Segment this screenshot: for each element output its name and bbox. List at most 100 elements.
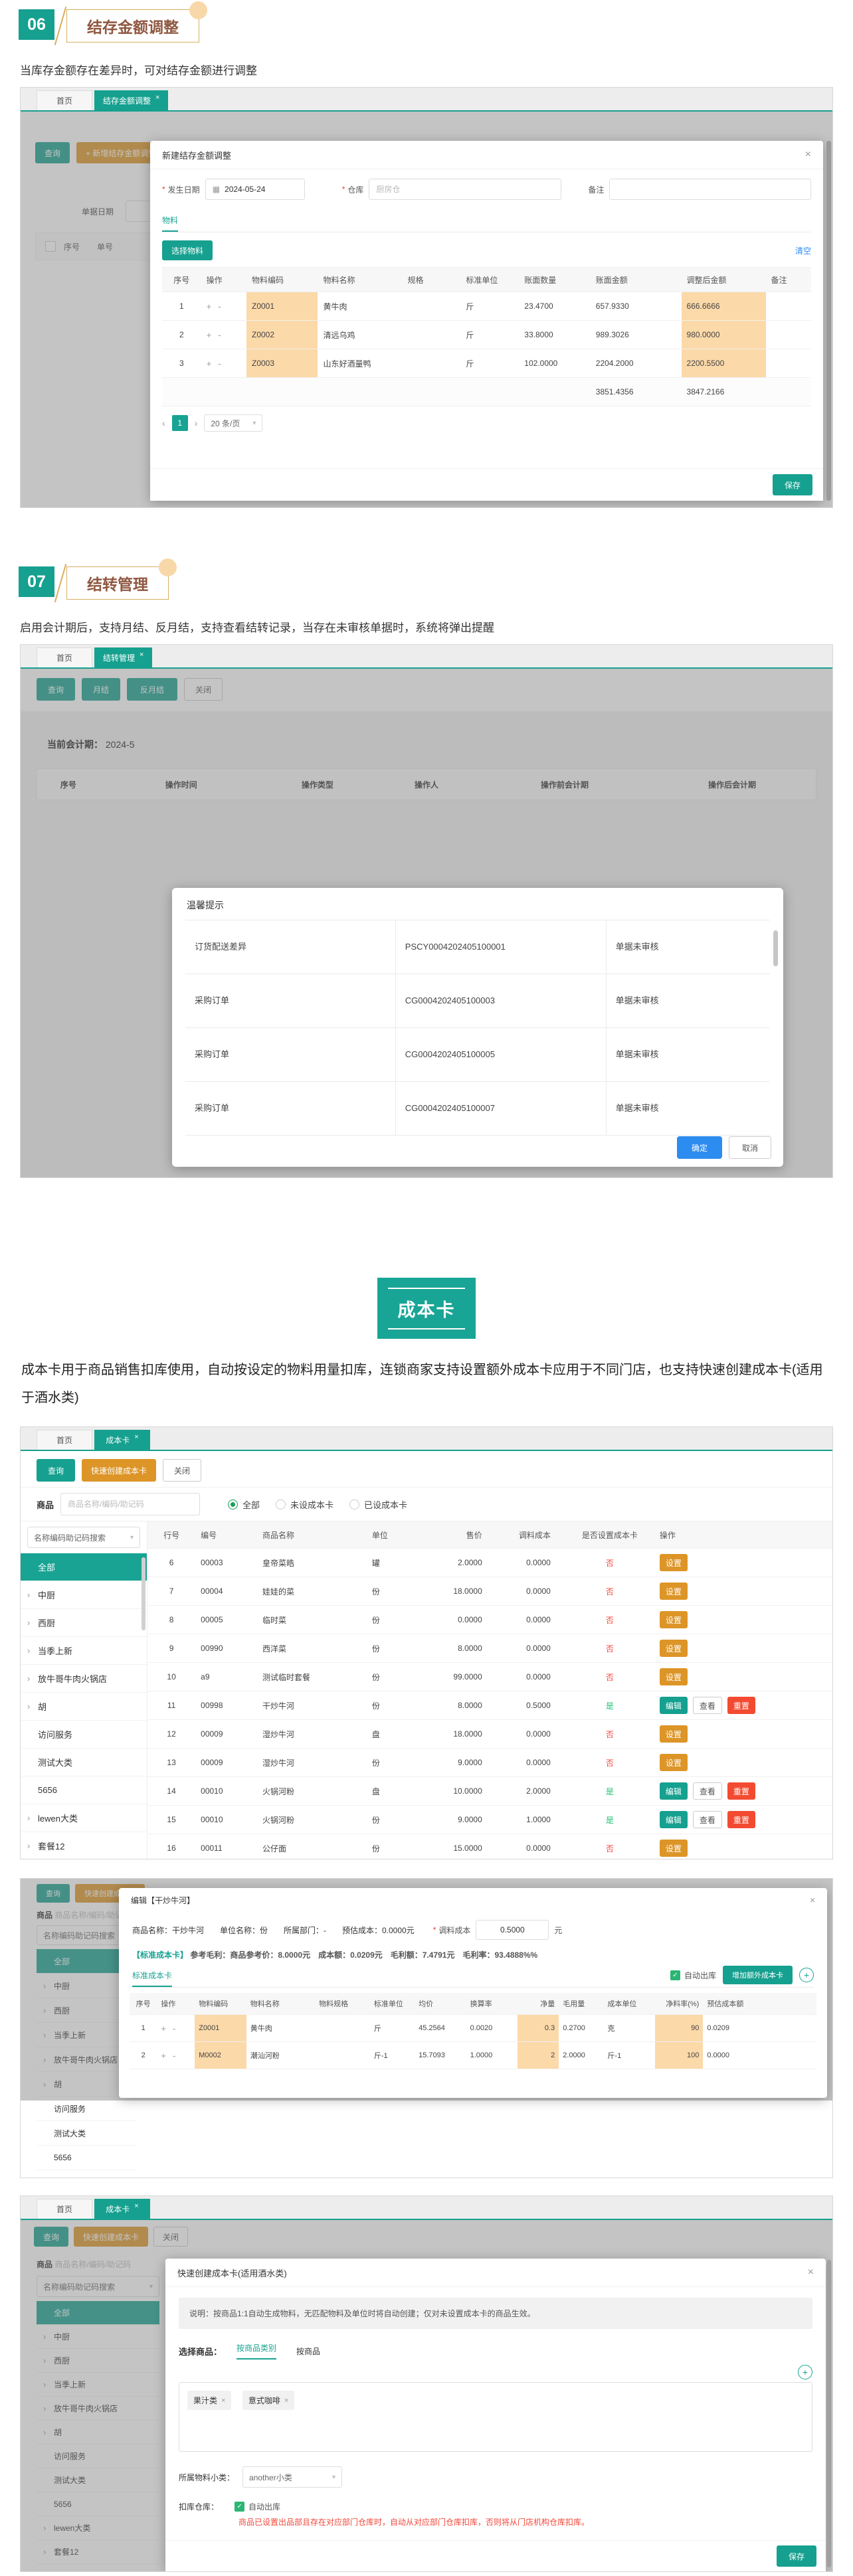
plus-circle-icon[interactable]: +	[799, 1968, 814, 1982]
tab-close-icon[interactable]: ×	[134, 2202, 138, 2210]
adjusted-amount[interactable]: 666.6666	[681, 292, 766, 320]
set-button[interactable]: 设置	[659, 1640, 688, 1657]
save-button[interactable]: 保存	[777, 2545, 816, 2567]
tab-carryover[interactable]: 结转管理 ×	[94, 647, 153, 667]
category-item[interactable]: 套餐12	[21, 1832, 147, 1859]
set-button[interactable]: 设置	[659, 1754, 688, 1771]
category-item[interactable]: 西厨	[21, 1609, 147, 1637]
note-input[interactable]	[609, 179, 811, 200]
set-button[interactable]: 设置	[659, 1583, 688, 1600]
edit-button[interactable]: 编辑	[659, 1811, 688, 1828]
remove-row-icon[interactable]: -	[218, 359, 221, 369]
standard-costcard-tab[interactable]: 标准成本卡	[132, 1970, 173, 1987]
adjusted-amount[interactable]: 2200.5500	[681, 349, 766, 377]
close-icon[interactable]: ×	[810, 1895, 815, 1905]
prev-page-icon[interactable]: ‹	[162, 418, 165, 428]
category-item[interactable]: 中厨	[21, 1581, 147, 1609]
seasoning-cost-input[interactable]	[476, 1920, 549, 1940]
add-row-icon[interactable]: +	[207, 359, 212, 369]
plus-circle-icon[interactable]: +	[798, 2365, 812, 2379]
page-1[interactable]: 1	[171, 415, 188, 431]
sidebar-scrollbar[interactable]	[142, 1557, 145, 1630]
material-code[interactable]: Z0001	[195, 2015, 246, 2041]
next-page-icon[interactable]: ›	[195, 418, 198, 428]
remove-row-icon[interactable]: -	[173, 2023, 175, 2033]
category-item[interactable]: 测试大类	[37, 2121, 136, 2146]
set-button[interactable]: 设置	[659, 1840, 688, 1857]
adjusted-amount[interactable]: 980.0000	[681, 321, 766, 349]
remove-tag-icon[interactable]: ×	[221, 2397, 225, 2405]
net-qty[interactable]: 2	[518, 2042, 559, 2069]
add-row-icon[interactable]: +	[161, 2051, 166, 2061]
radio-unset-costcard[interactable]: 未设成本卡	[276, 1498, 333, 1511]
save-button[interactable]: 保存	[773, 474, 812, 495]
category-item[interactable]: 测试大类	[21, 1749, 147, 1776]
tab-home[interactable]: 首页	[37, 647, 92, 667]
select-material-button[interactable]: 选择物料	[162, 240, 213, 260]
reset-button[interactable]: 重置	[727, 1782, 755, 1800]
net-qty[interactable]: 0.3	[518, 2015, 559, 2041]
radio-set-costcard[interactable]: 已设成本卡	[349, 1498, 407, 1511]
material-tab[interactable]: 物料	[162, 215, 179, 232]
close-icon[interactable]: ×	[808, 2267, 814, 2278]
view-button[interactable]: 查看	[692, 1782, 722, 1800]
category-item[interactable]: lewen大类	[21, 1804, 147, 1832]
tab-home[interactable]: 首页	[37, 90, 92, 110]
material-code[interactable]: Z0002	[246, 321, 318, 349]
category-item[interactable]: 访问服务	[21, 1721, 147, 1749]
tab-close-icon[interactable]: ×	[134, 1433, 138, 1441]
close-icon[interactable]: ×	[805, 149, 811, 160]
category-tag[interactable]: 果汁类 ×	[187, 2391, 232, 2410]
edit-button[interactable]: 编辑	[659, 1697, 688, 1714]
reset-button[interactable]: 重置	[727, 1697, 755, 1714]
confirm-button[interactable]: 确定	[677, 1136, 722, 1159]
reset-button[interactable]: 重置	[727, 1811, 755, 1828]
close-button[interactable]: 关闭	[163, 1459, 202, 1482]
set-button[interactable]: 设置	[659, 1554, 688, 1571]
tab-close-icon[interactable]: ×	[155, 94, 159, 102]
clear-link[interactable]: 清空	[795, 245, 811, 256]
goods-search-input[interactable]	[60, 1493, 201, 1515]
tab-close-icon[interactable]: ×	[140, 651, 143, 659]
auto-outbound-check[interactable]: ✓ 自动出库	[670, 1970, 716, 1981]
category-item[interactable]: 全部	[21, 1553, 147, 1581]
page-size-select[interactable]: 20 条/页 ▾	[204, 414, 263, 432]
add-row-icon[interactable]: +	[207, 330, 212, 340]
category-item[interactable]: 5656	[37, 2146, 136, 2170]
edit-button[interactable]: 编辑	[659, 1782, 688, 1800]
scrollbar[interactable]	[827, 2260, 831, 2567]
net-rate[interactable]: 100	[654, 2042, 704, 2069]
remove-row-icon[interactable]: -	[218, 330, 221, 340]
remove-row-icon[interactable]: -	[218, 301, 221, 311]
quick-create-button[interactable]: 快速创建成本卡	[82, 1459, 157, 1482]
net-rate[interactable]: 90	[654, 2015, 704, 2041]
add-row-icon[interactable]: +	[207, 301, 212, 311]
add-extra-costcard-button[interactable]: 增加额外成本卡	[723, 1966, 793, 1984]
material-code[interactable]: Z0003	[246, 349, 318, 377]
category-tag[interactable]: 意式咖啡 ×	[242, 2391, 295, 2410]
query-button[interactable]: 查询	[37, 1459, 75, 1482]
material-subclass-select[interactable]: another小类 ▾	[242, 2466, 343, 2488]
tab-home[interactable]: 首页	[37, 2199, 92, 2219]
tab-by-goods[interactable]: 按商品	[296, 2346, 320, 2357]
tab-costcard[interactable]: 成本卡 ×	[94, 1430, 150, 1450]
scrollbar[interactable]	[826, 141, 831, 501]
category-item[interactable]: 胡	[21, 1693, 147, 1721]
date-input[interactable]: ▦ 2024-05-24	[205, 179, 305, 200]
category-search-select[interactable]: 名称编码助记码搜索 ▾	[27, 1527, 140, 1548]
set-button[interactable]: 设置	[659, 1668, 688, 1685]
warehouse-input[interactable]	[369, 179, 562, 200]
radio-all[interactable]: 全部	[228, 1498, 260, 1511]
selected-categories-box[interactable]: 果汁类 × 意式咖啡 ×	[179, 2382, 812, 2452]
view-button[interactable]: 查看	[692, 1811, 722, 1828]
auto-outbound-check[interactable]: ✓ 自动出库	[235, 2501, 280, 2512]
view-button[interactable]: 查看	[692, 1697, 722, 1714]
category-item[interactable]: 5656	[21, 1776, 147, 1804]
tab-costcard[interactable]: 成本卡 ×	[94, 2199, 150, 2219]
set-button[interactable]: 设置	[659, 1725, 688, 1743]
cancel-button[interactable]: 取消	[729, 1136, 771, 1159]
remove-row-icon[interactable]: -	[173, 2051, 175, 2061]
dialog-scrollbar[interactable]	[773, 930, 778, 966]
material-code[interactable]: Z0001	[246, 292, 318, 320]
category-item[interactable]: 放牛哥牛肉火锅店	[21, 1665, 147, 1693]
